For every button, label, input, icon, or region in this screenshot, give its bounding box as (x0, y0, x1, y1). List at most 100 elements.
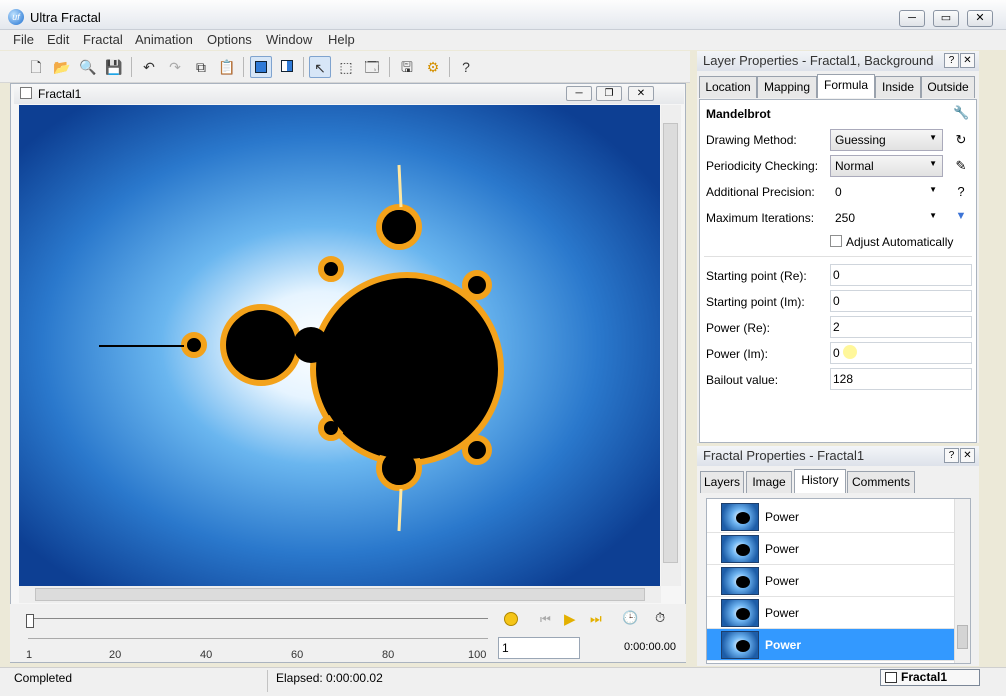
fractal-panel-header: Fractal Properties - Fractal1 (697, 446, 979, 466)
history-thumbnail (721, 503, 759, 531)
elapsed-time: Elapsed: 0:00:00.02 (276, 671, 383, 685)
next-frame-icon[interactable]: ⏭ (590, 611, 602, 627)
menu-help[interactable]: Help (328, 32, 355, 47)
history-thumbnail (721, 631, 759, 659)
title-bar (0, 0, 1006, 30)
status-text: Completed (14, 671, 73, 685)
menu-options[interactable]: Options (207, 32, 252, 47)
copy-icon[interactable]: ⧉ (190, 56, 212, 78)
fractal-panel-title: Fractal Properties - Fractal1 (703, 448, 865, 463)
save-icon[interactable]: 💾 (103, 56, 125, 78)
window-icon[interactable]: 🗔 (361, 56, 383, 78)
play-icon[interactable]: ▶ (564, 610, 576, 628)
tab-outside[interactable]: Outside (921, 76, 975, 98)
param-label: Power (Re): (706, 321, 771, 335)
new-document-icon[interactable]: 🗋 (25, 56, 47, 78)
tab-inside[interactable]: Inside (875, 76, 921, 98)
timeline-slider-handle[interactable] (26, 614, 34, 628)
split-view-icon[interactable] (276, 56, 298, 78)
menu-edit[interactable]: Edit (47, 32, 69, 47)
bailout-field[interactable]: 128 (830, 368, 972, 390)
previous-frame-icon[interactable]: ⏮ (540, 612, 551, 627)
tick-label: 20 (109, 649, 122, 661)
tab-image[interactable]: Image (746, 471, 792, 493)
tab-history[interactable]: History (794, 469, 846, 493)
toolbar-separator (389, 57, 390, 77)
history-item[interactable]: Power (707, 565, 955, 597)
help-icon[interactable]: ? (455, 56, 477, 78)
layer-panel-header: Layer Properties - Fractal1, Background (697, 51, 979, 71)
tab-formula[interactable]: Formula (817, 74, 875, 98)
fractal-panel-help-button[interactable]: ? (944, 448, 959, 463)
layer-panel-close-button[interactable]: ✕ (960, 53, 975, 68)
timeline-settings-icon[interactable]: ⏱ (655, 610, 665, 626)
layer-panel-help-button[interactable]: ? (944, 53, 959, 68)
iterations-select[interactable]: 250 ▼ (830, 207, 943, 229)
undo-icon[interactable]: ↶ (138, 56, 160, 78)
fractal-panel-close-button[interactable]: ✕ (960, 448, 975, 463)
tick-label: 60 (291, 649, 304, 661)
doc-close-button[interactable]: ✕ (628, 86, 654, 101)
toolbar-separator (131, 57, 132, 77)
expand-triangle-icon[interactable]: ▼ (953, 210, 969, 222)
formula-browse-icon[interactable]: 🔧 (953, 105, 969, 121)
menu-window[interactable]: Window (266, 32, 312, 47)
maximize-button[interactable]: ▭ (933, 10, 959, 27)
refresh-icon[interactable]: ↻ (953, 132, 969, 148)
select-pointer-icon[interactable]: ↖ (309, 56, 331, 78)
doc-restore-button[interactable]: ❐ (596, 86, 622, 101)
history-item[interactable]: Power (707, 501, 955, 533)
redo-icon[interactable]: ↷ (164, 56, 186, 78)
history-item[interactable]: Power (707, 597, 955, 629)
toolbar-separator (303, 57, 304, 77)
document-title-bar: Fractal1 ─ ❐ ✕ (14, 84, 684, 104)
adjust-checkbox[interactable] (830, 235, 842, 247)
menu-file[interactable]: File (13, 32, 34, 47)
tab-mapping[interactable]: Mapping (757, 76, 817, 98)
param-label: Starting point (Im): (706, 295, 805, 309)
horizontal-scrollbar[interactable] (19, 586, 661, 603)
fractal-canvas[interactable] (19, 105, 660, 586)
doc-minimize-button[interactable]: ─ (566, 86, 592, 101)
open-folder-icon[interactable]: 📂 (51, 56, 73, 78)
power-re-field[interactable]: 2 (830, 316, 972, 338)
help-icon[interactable]: ? (953, 184, 969, 199)
record-button[interactable] (504, 612, 518, 626)
param-label: Power (Im): (706, 347, 769, 361)
close-button[interactable]: ✕ (967, 10, 993, 27)
fullview-icon[interactable] (250, 56, 272, 78)
minimize-button[interactable]: ─ (899, 10, 925, 27)
start-re-field[interactable]: 0 (830, 264, 972, 286)
window-tab-label: Fractal1 (901, 670, 948, 684)
iterations-label: Maximum Iterations: (706, 211, 815, 225)
tab-comments[interactable]: Comments (847, 471, 915, 493)
keyframe-clock-icon[interactable]: 🕒 (622, 610, 638, 626)
edit-formula-icon[interactable]: ✎ (953, 158, 969, 174)
tick-label: 80 (382, 649, 395, 661)
history-item-selected[interactable]: Power (707, 629, 955, 661)
vertical-scrollbar[interactable] (661, 105, 681, 586)
paste-icon[interactable]: 📋 (216, 56, 238, 78)
tab-location[interactable]: Location (699, 76, 757, 98)
precision-select[interactable]: 0 ▼ (830, 181, 943, 203)
browse-icon[interactable]: 🔍 (77, 56, 99, 78)
gear-icon[interactable]: ⚙ (422, 56, 444, 78)
frame-number-input[interactable]: 1 (498, 637, 580, 659)
adjust-label: Adjust Automatically (846, 235, 954, 249)
history-item[interactable]: Power (707, 533, 955, 565)
status-divider (267, 670, 268, 692)
tab-layers[interactable]: Layers (700, 471, 744, 493)
render-disk-icon[interactable]: 🖫 (396, 56, 418, 78)
toolbar-separator (243, 57, 244, 77)
section-divider (704, 256, 972, 257)
menu-fractal[interactable]: Fractal (83, 32, 123, 47)
history-scrollbar[interactable] (954, 499, 970, 663)
start-im-field[interactable]: 0 (830, 290, 972, 312)
window-tab-fractal1[interactable]: Fractal1 (880, 669, 980, 686)
drawing-method-select[interactable]: Guessing ▼ (830, 129, 943, 151)
selection-box-icon[interactable]: ⬚ (335, 56, 357, 78)
periodicity-select[interactable]: Normal ▼ (830, 155, 943, 177)
animation-timeline[interactable]: 1 20 40 60 80 100 ⏮ ▶ ⏭ 🕒 ⏱ (10, 604, 686, 662)
history-thumbnail (721, 567, 759, 595)
menu-animation[interactable]: Animation (135, 32, 193, 47)
